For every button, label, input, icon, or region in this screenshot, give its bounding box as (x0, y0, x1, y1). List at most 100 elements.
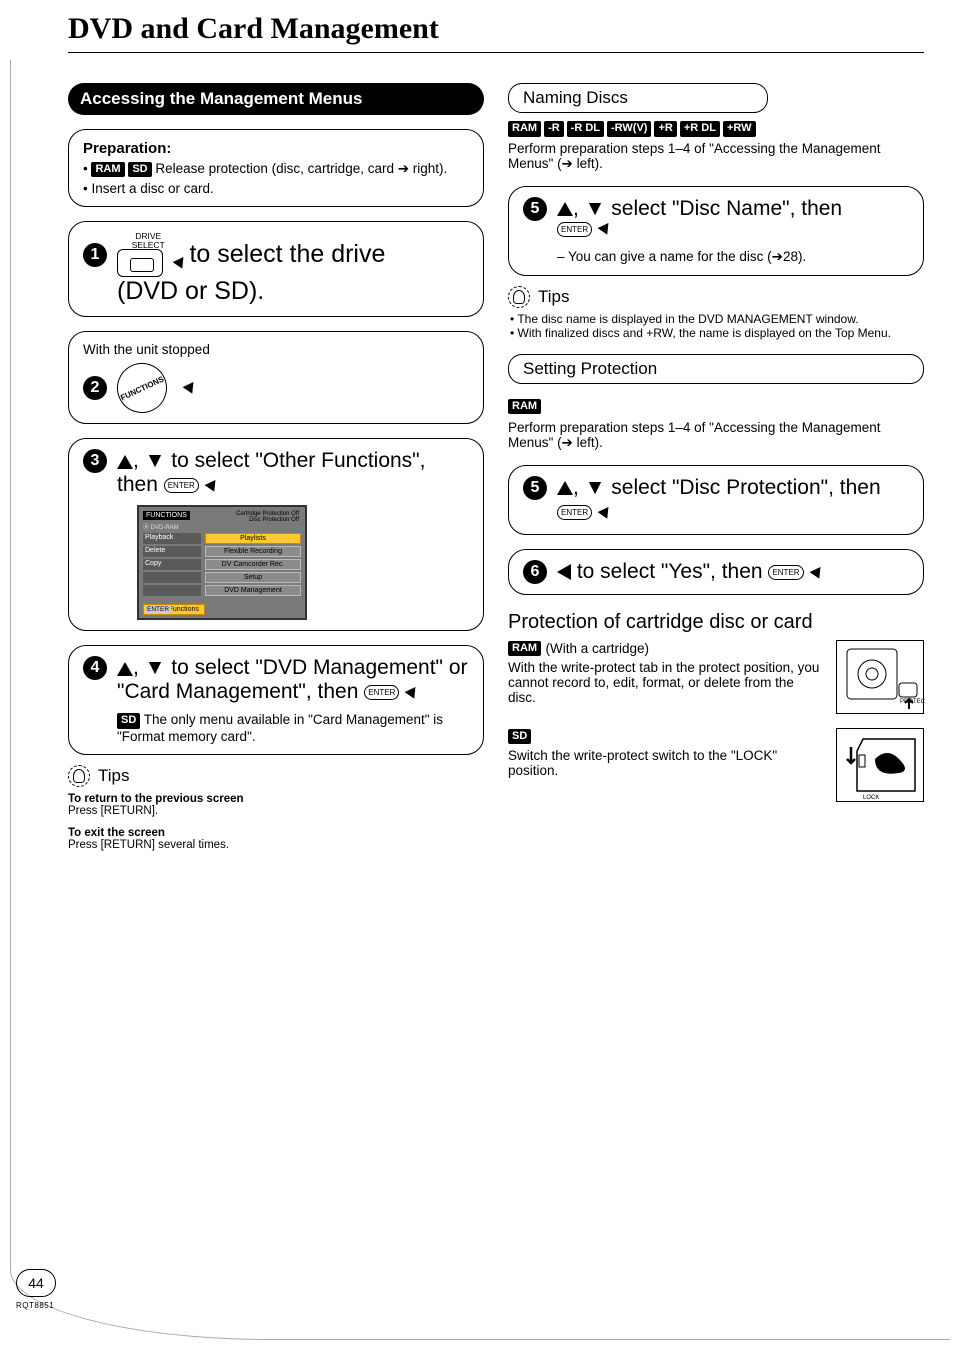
chip-sd: SD (128, 162, 151, 178)
page-number: 44 (16, 1269, 56, 1297)
svg-text:LOCK: LOCK (863, 795, 879, 801)
enter-button-icon: ENTER (164, 478, 199, 493)
cartridge-heading: Protection of cartridge disc or card (508, 611, 924, 634)
page-footer: 44 RQT8851 (16, 1269, 56, 1310)
menu-brand: FUNCTIONS (143, 511, 190, 520)
functions-menu-screenshot: FUNCTIONS Cartridge Protection Off Disc … (137, 505, 307, 620)
chip: RAM (508, 121, 541, 137)
step-4-number: 4 (83, 656, 107, 680)
bulb-icon (508, 286, 530, 308)
cartridge-illustration: PROTECT (836, 640, 924, 714)
menu-right-3: Setup (205, 572, 301, 583)
up-arrow-icon (557, 481, 573, 495)
chip-ram: RAM (508, 641, 541, 657)
doc-code: RQT8851 (16, 1301, 54, 1310)
step-3-number: 3 (83, 449, 107, 473)
menu-right-2: DV Camcorder Rec. (205, 559, 301, 570)
up-arrow-icon (117, 662, 133, 676)
cursor-icon (598, 223, 613, 237)
enter-button-icon: ENTER (557, 505, 592, 520)
naming-chip-row: RAM -R -R DL -RW(V) +R +R DL +RW (508, 121, 924, 137)
cursor-icon (598, 507, 613, 521)
preparation-box: Preparation: • RAM SD Release protection… (68, 129, 484, 207)
preparation-heading: Preparation: (83, 140, 469, 157)
tip-2-body: Press [RETURN] several times. (68, 839, 484, 851)
chip: +R DL (680, 121, 720, 137)
menu-disc: DVD-RAM (151, 525, 179, 531)
step-4-box: 4 , ▼ to select "DVD Management" or "Car… (68, 645, 484, 754)
tips-row-left: Tips (68, 765, 484, 787)
prep-line-1: Release protection (disc, cartridge, car… (155, 161, 447, 176)
naming-step5-text: , ▼ select "Disc Name", then (573, 197, 842, 220)
cursor-icon (183, 382, 198, 396)
bulb-icon (68, 765, 90, 787)
left-column: Accessing the Management Menus Preparati… (68, 83, 484, 851)
step-5-number: 5 (523, 197, 547, 221)
step-3-box: 3 , ▼ to select "Other Functions", then … (68, 438, 484, 631)
chip-ram: RAM (91, 162, 124, 178)
enter-button-icon: ENTER (768, 565, 803, 580)
step-1-box: 1 DRIVE SELECT to select the drive (DVD … (68, 221, 484, 317)
menu-info-2: Disc Protection Off (236, 517, 299, 523)
cursor-icon (809, 567, 824, 581)
menu-right-4: DVD Management (205, 585, 301, 596)
sd-illustration: LOCK (836, 728, 924, 802)
step-2-caption: With the unit stopped (83, 342, 469, 357)
step-1-text-a: to select the drive (189, 240, 385, 269)
naming-step-5-box: 5 , ▼ select "Disc Name", then ENTER – Y… (508, 186, 924, 276)
naming-intro: Perform preparation steps 1–4 of "Access… (508, 141, 924, 172)
protection-step-5-box: 5 , ▼ select "Disc Protection", then ENT… (508, 465, 924, 535)
menu-left-2: Copy (143, 559, 201, 570)
right-column: Naming Discs RAM -R -R DL -RW(V) +R +R D… (508, 83, 924, 851)
cartridge-sd-text: Switch the write-protect switch to the "… (508, 748, 824, 778)
sd-card-icon: LOCK (837, 729, 925, 803)
functions-wheel-icon: FUNCTIONS (109, 355, 175, 421)
menu-left-1: Delete (143, 546, 201, 557)
chip: +R (654, 121, 676, 137)
step-3-text: , ▼ to select "Other Functions", then (117, 449, 425, 496)
tip-1-heading: To return to the previous screen (68, 793, 484, 805)
protection-step6-text: to select "Yes", then (571, 560, 763, 583)
cartridge-ram-sub: (With a cartridge) (546, 641, 650, 656)
prep-line-2: Insert a disc or card. (91, 181, 213, 196)
enter-button-icon: ENTER (557, 222, 592, 237)
protection-step5-text: , ▼ select "Disc Protection", then (573, 476, 881, 499)
enter-button-icon: ENTER (364, 685, 399, 700)
left-arrow-icon (557, 564, 571, 580)
drive-select-button-icon (117, 249, 163, 277)
menu-right-0: Playlists (205, 533, 301, 544)
menu-right-1: Flexible Recording (205, 546, 301, 557)
cursor-icon (405, 687, 420, 701)
drive-select-label-bot: SELECT (117, 241, 179, 250)
step-2-box: With the unit stopped 2 FUNCTIONS (68, 331, 484, 424)
chip-sd: SD (117, 713, 140, 729)
naming-tip-2: With finalized discs and +RW, the name i… (508, 326, 924, 340)
step-2-number: 2 (83, 376, 107, 400)
cartridge-ram-text: With the write-protect tab in the protec… (508, 660, 824, 705)
menu-left-0: Playback (143, 533, 201, 544)
naming-step5-note: – You can give a name for the disc (➔28)… (557, 249, 842, 265)
cursor-icon (204, 480, 219, 494)
chip: -RW(V) (607, 121, 651, 137)
cartridge-icon: PROTECT (837, 641, 925, 715)
cursor-icon (173, 257, 188, 271)
section-naming-discs: Naming Discs (508, 83, 768, 113)
up-arrow-icon (117, 455, 133, 469)
protection-intro: Perform preparation steps 1–4 of "Access… (508, 420, 924, 451)
tips-row-naming: Tips (508, 286, 924, 308)
step-5-number: 5 (523, 476, 547, 500)
section-setting-protection: Setting Protection (508, 354, 924, 384)
tips-title-naming: Tips (538, 287, 570, 307)
up-arrow-icon (557, 202, 573, 216)
menu-enter-label: ENTER (145, 605, 171, 614)
step-1-number: 1 (83, 243, 107, 267)
tip-1-body: Press [RETURN]. (68, 805, 484, 817)
naming-tip-1: The disc name is displayed in the DVD MA… (508, 312, 924, 326)
step-4-sd-note: The only menu available in "Card Managem… (117, 712, 443, 743)
chip: -R (544, 121, 564, 137)
page-title: DVD and Card Management (0, 0, 954, 52)
section-accessing-menus: Accessing the Management Menus (68, 83, 484, 115)
protection-step-6-box: 6 to select "Yes", then ENTER (508, 549, 924, 595)
step-1-text-b: (DVD or SD). (117, 277, 469, 306)
chip: -R DL (567, 121, 604, 137)
